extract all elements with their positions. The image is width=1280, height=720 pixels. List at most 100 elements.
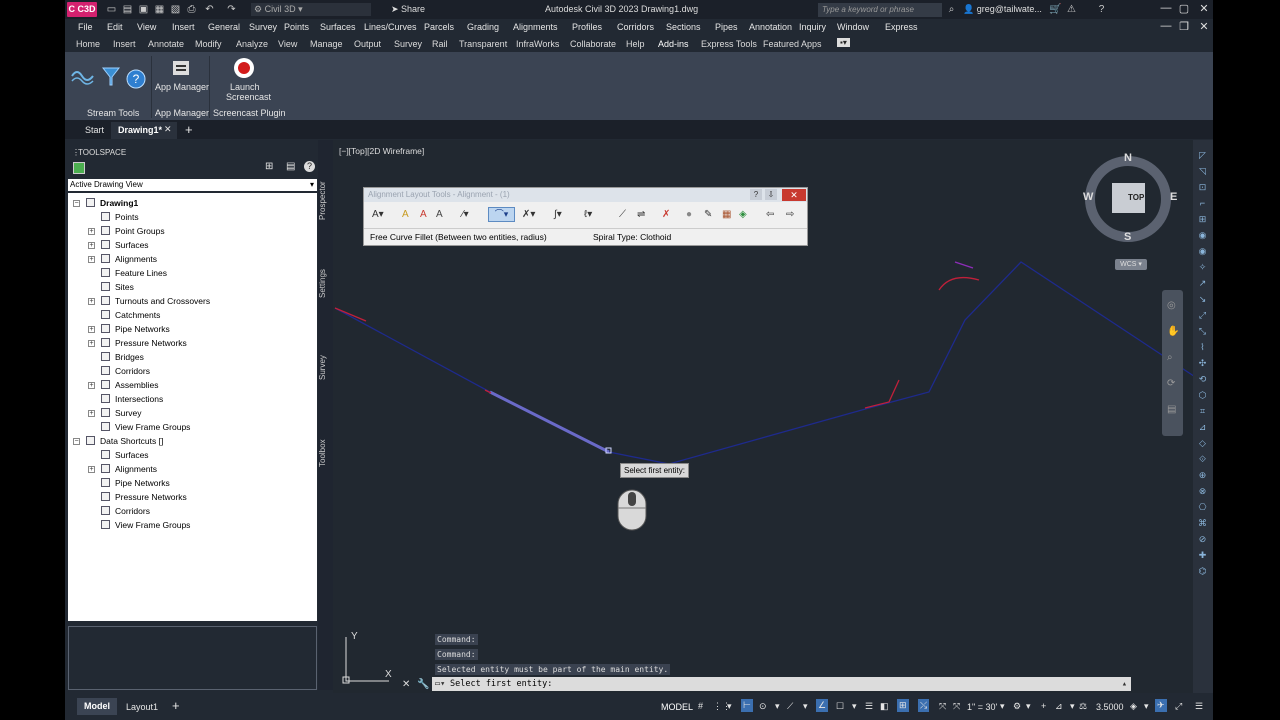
maximize-icon[interactable]: ▢ — [1175, 2, 1193, 15]
plus-icon[interactable]: + — [1041, 701, 1046, 711]
isolate-objects-icon[interactable]: ✈ — [1155, 699, 1167, 712]
tab-express-tools[interactable]: Express Tools — [701, 39, 757, 49]
tree-item[interactable]: View Frame Groups — [101, 519, 190, 531]
reverse-icon[interactable]: ⇌ — [637, 209, 645, 220]
dropdown-icon[interactable]: ▾ — [803, 701, 808, 712]
toolspace-help-icon[interactable]: ? — [304, 161, 315, 172]
dropdown-icon[interactable]: ▾ — [727, 701, 732, 712]
tab-modify[interactable]: Modify — [195, 39, 222, 49]
tab-infraworks[interactable]: InfraWorks — [516, 39, 559, 49]
panel-app-manager[interactable]: App Manager — [155, 108, 209, 118]
spiral-tools-icon[interactable]: ∫▾ — [554, 209, 562, 220]
tree-item[interactable]: Alignments — [101, 463, 157, 475]
curve-segment[interactable] — [954, 261, 974, 269]
draw-tool-icon[interactable]: ⌗ — [1197, 406, 1208, 417]
draw-tool-icon[interactable]: ⊿ — [1197, 422, 1208, 433]
curve-tools-icon[interactable]: ⌒▾ — [488, 207, 515, 222]
connect-icon[interactable]: ⚠ — [1065, 3, 1078, 16]
tree-item[interactable]: Intersections — [101, 393, 163, 405]
menu-item[interactable]: General — [208, 22, 240, 32]
tree-item[interactable]: Pipe Networks — [101, 477, 170, 489]
ortho-icon[interactable]: ⊢ — [741, 699, 753, 712]
tree-item[interactable]: Surfaces — [101, 239, 149, 251]
workspace-select[interactable]: ⚙ Civil 3D ▾ — [251, 3, 371, 16]
tree-expander-icon[interactable]: + — [88, 382, 95, 389]
curve-segment[interactable] — [864, 379, 900, 409]
tab-survey-vertical[interactable]: Survey — [318, 352, 333, 384]
app-manager-icon[interactable] — [171, 58, 193, 78]
dropdown-icon[interactable]: ▾ — [1026, 701, 1031, 712]
tab-home[interactable]: Home — [76, 39, 100, 49]
draw-tool-icon[interactable]: ⤡ — [1197, 326, 1208, 337]
tree-item[interactable]: Surfaces — [101, 449, 149, 461]
dropdown-icon[interactable]: ▾ — [775, 701, 780, 712]
command-customize-icon[interactable]: 🔧 — [417, 679, 429, 690]
draw-tool-icon[interactable]: ⊕ — [1197, 470, 1208, 481]
draw-tool-icon[interactable]: ✣ — [1197, 358, 1208, 369]
draw-tool-icon[interactable]: ✧ — [1197, 262, 1208, 273]
stream-filter-icon[interactable] — [101, 66, 121, 88]
search-icon[interactable]: ⌕ — [945, 3, 958, 16]
close-icon[interactable]: ✕ — [1195, 2, 1213, 15]
tree-item[interactable]: Corridors — [101, 365, 150, 377]
menu-item[interactable]: Inquiry — [799, 22, 826, 32]
draw-tool-icon[interactable]: ⌇ — [1197, 342, 1208, 353]
customization-icon[interactable]: ☰ — [1195, 701, 1203, 712]
file-tab-start[interactable]: Start — [85, 125, 104, 135]
menu-item[interactable]: Survey — [249, 22, 277, 32]
annotation-visibility-icon[interactable]: ⤯ — [918, 699, 930, 712]
dropdown-icon[interactable]: ▾ — [852, 701, 857, 712]
menu-item[interactable]: Parcels — [424, 22, 454, 32]
viewport-controls[interactable]: [−][Top][2D Wireframe] — [339, 146, 424, 156]
open-icon[interactable]: ▤ — [121, 3, 134, 16]
dropdown-icon[interactable]: ▾ — [1000, 701, 1005, 712]
tab-collaborate[interactable]: Collaborate — [570, 39, 616, 49]
tree-item[interactable]: Feature Lines — [101, 267, 167, 279]
annotation-scale-value[interactable]: 1" = 30' — [967, 702, 997, 712]
print-icon[interactable]: ⎙ — [185, 3, 198, 16]
tree-expander-icon[interactable]: + — [88, 340, 95, 347]
workspace-switch-icon[interactable]: ⚙ — [1013, 701, 1021, 712]
draw-tool-icon[interactable]: ⌐ — [1197, 198, 1208, 209]
pan-icon[interactable]: ✋ — [1167, 326, 1179, 337]
launch-screencast-button[interactable]: Launch — [230, 82, 260, 92]
menu-item[interactable]: Insert — [172, 22, 195, 32]
add-layout-icon[interactable]: + — [172, 698, 180, 713]
alignment-toolbar-title[interactable]: Alignment Layout Tools - Alignment - (1) — [364, 188, 807, 202]
alignment-toolbar-help-icon[interactable]: ? — [750, 189, 762, 200]
wcs-menu[interactable]: WCS ▾ — [1115, 259, 1147, 270]
tree-item[interactable]: Bridges — [101, 351, 144, 363]
compass-w[interactable]: W — [1083, 191, 1093, 203]
sub-entity-editor-icon[interactable]: ▦ — [722, 209, 731, 220]
doc-restore-icon[interactable]: ❐ — [1175, 20, 1193, 33]
draw-tool-icon[interactable]: ⊗ — [1197, 486, 1208, 497]
menu-item[interactable]: Pipes — [715, 22, 738, 32]
menu-item[interactable]: Alignments — [513, 22, 558, 32]
line-tools-icon[interactable]: ⁄▾ — [462, 209, 469, 220]
doc-minimize-icon[interactable]: — — [1157, 20, 1175, 32]
file-tab-drawing[interactable]: Drawing1* — [118, 125, 162, 135]
compass-e[interactable]: E — [1170, 191, 1177, 203]
open-web-icon[interactable]: ▧ — [169, 3, 182, 16]
menu-item[interactable]: Sections — [666, 22, 701, 32]
units-icon[interactable]: ⊿ — [1055, 701, 1063, 712]
tree-expander-icon[interactable]: + — [88, 326, 95, 333]
toolspace-tree-icon[interactable]: ⊞ — [265, 161, 273, 172]
stream-wave-icon[interactable] — [71, 66, 95, 86]
alignment-toolbar-close-icon[interactable]: ✕ — [782, 189, 806, 201]
tree-expander-icon[interactable]: + — [88, 228, 95, 235]
draw-tool-icon[interactable]: ↘ — [1197, 294, 1208, 305]
orbit-icon[interactable]: ⟳ — [1167, 378, 1175, 389]
tab-help[interactable]: Help — [626, 39, 645, 49]
transparency-icon[interactable]: ◧ — [880, 701, 889, 712]
tab-settings[interactable]: Settings — [318, 266, 333, 302]
cart-icon[interactable]: 🛒 — [1049, 3, 1062, 16]
polar-icon[interactable]: ⊙ — [759, 701, 767, 712]
alignment-toolbar-pin-icon[interactable]: ⇩ — [765, 189, 777, 200]
draw-tool-icon[interactable]: ⊡ — [1197, 182, 1208, 193]
command-input[interactable]: ▭▾ Select first entity: ▴ — [432, 677, 1131, 691]
precision-value[interactable]: 3.5000 — [1096, 702, 1124, 712]
tab-output[interactable]: Output — [354, 39, 381, 49]
tab-view[interactable]: View — [278, 39, 297, 49]
model-space-button[interactable]: MODEL — [661, 702, 693, 712]
